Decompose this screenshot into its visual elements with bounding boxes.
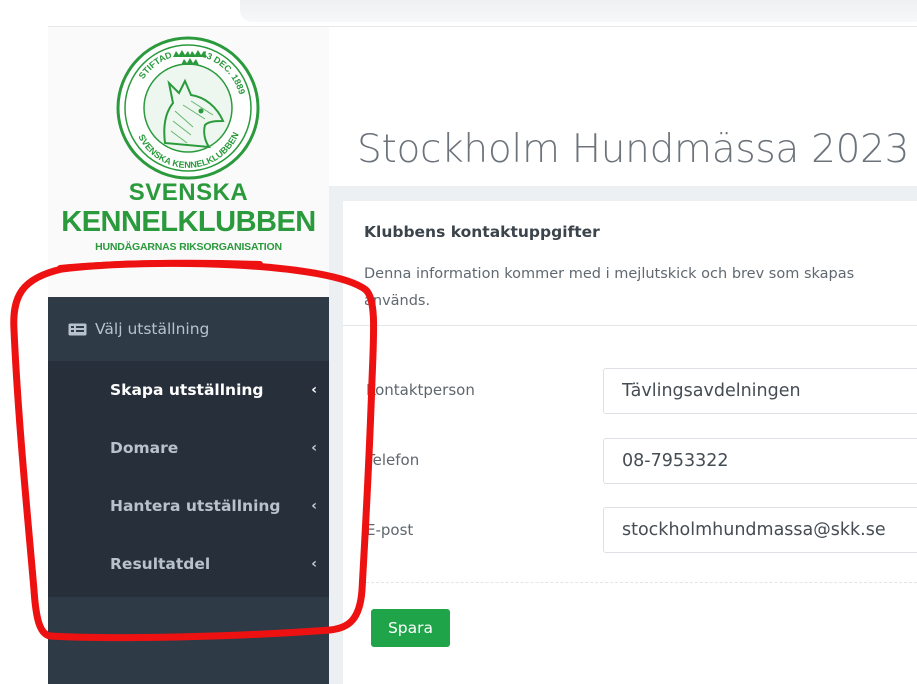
page-title: Stockholm Hundmässa 2023 (2 xyxy=(357,127,917,172)
sidebar-item-label: Hantera utställning xyxy=(110,497,281,515)
email-label: E-post xyxy=(366,521,414,539)
sidebar: Välj utställning Skapa utställning ‹ Dom… xyxy=(48,297,329,684)
contact-person-input[interactable] xyxy=(603,368,917,414)
chevron-left-icon: ‹ xyxy=(311,498,317,514)
email-input[interactable] xyxy=(603,507,917,553)
form-divider xyxy=(366,582,917,583)
sidebar-header-select-show[interactable]: Välj utställning xyxy=(48,297,329,361)
card-title: Klubbens kontaktuppgifter xyxy=(364,223,600,241)
sidebar-item-label: Skapa utställning xyxy=(110,381,264,399)
logo-area: STIFTAD 13 DEC. 1889 SVENSKA KENNELKLUBB… xyxy=(48,27,329,297)
sidebar-submenu: Skapa utställning ‹ Domare ‹ Hantera uts… xyxy=(48,361,329,597)
logo-line-1: SVENSKA xyxy=(128,179,249,206)
list-card-icon xyxy=(68,323,87,335)
chevron-left-icon: ‹ xyxy=(311,556,317,572)
sidebar-item-hantera-utstallning[interactable]: Hantera utställning ‹ xyxy=(48,477,329,535)
contact-person-label: Kontaktperson xyxy=(366,381,475,399)
sidebar-item-resultatdel[interactable]: Resultatdel ‹ xyxy=(48,535,329,593)
logo-tagline: HUNDÄGARNAS RIKSORGANISATION xyxy=(95,241,282,253)
logo-line-2: KENNELKLUBBEN xyxy=(61,206,316,238)
sidebar-item-label: Domare xyxy=(110,439,179,457)
sidebar-item-domare[interactable]: Domare ‹ xyxy=(48,419,329,477)
skk-seal-logo: STIFTAD 13 DEC. 1889 SVENSKA KENNELKLUBB… xyxy=(116,36,260,180)
card-description: Denna information kommer med i mejlutski… xyxy=(364,266,855,309)
chevron-left-icon: ‹ xyxy=(311,382,317,398)
top-bar xyxy=(240,0,917,22)
chevron-left-icon: ‹ xyxy=(311,440,317,456)
card-divider xyxy=(343,325,917,326)
sidebar-item-label: Resultatdel xyxy=(110,555,211,573)
phone-input[interactable] xyxy=(603,438,917,484)
phone-label: Telefon xyxy=(366,451,420,469)
sidebar-header-label: Välj utställning xyxy=(95,320,210,338)
sidebar-item-skapa-utstallning[interactable]: Skapa utställning ‹ xyxy=(48,361,329,419)
save-button[interactable]: Spara xyxy=(371,609,450,647)
